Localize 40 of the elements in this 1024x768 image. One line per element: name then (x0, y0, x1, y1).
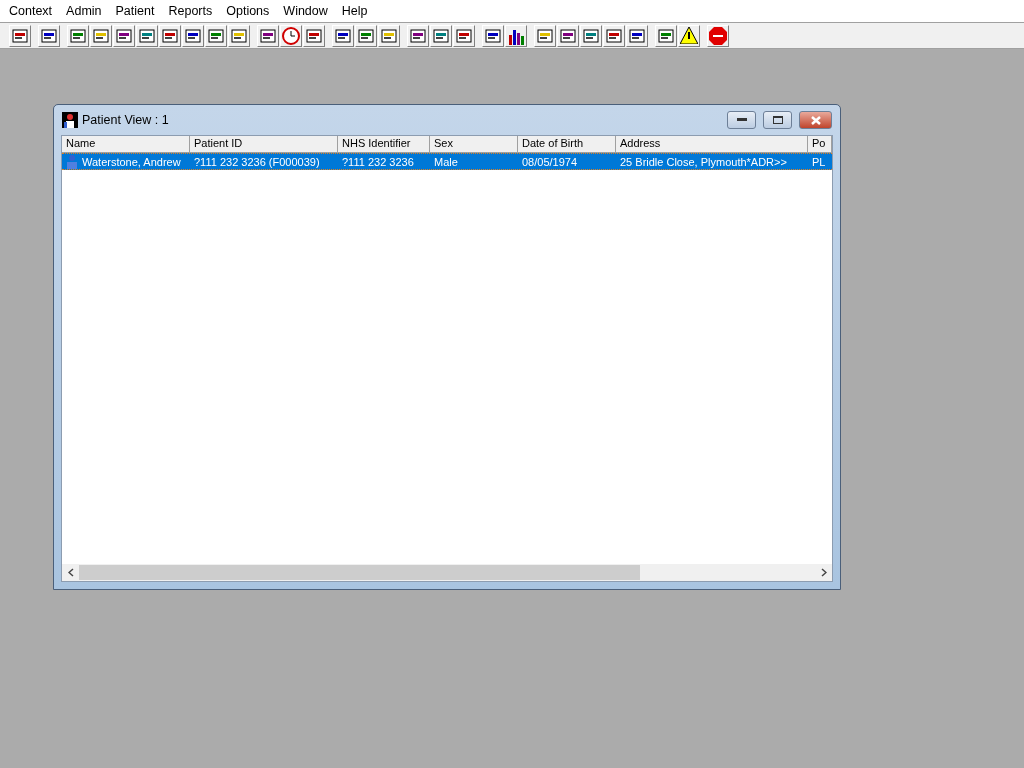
patient-icon (64, 154, 80, 169)
window-title: Patient View : 1 (82, 113, 170, 127)
menu-item[interactable]: Window (276, 4, 335, 18)
patient-icon (62, 112, 78, 128)
table-row[interactable]: Waterstone, Andrew ?111 232 3236 (F000039) ?111 232 3236 Male 08/05/1974 25 Bridle Close, Plymouth*ADR>> PL (62, 153, 832, 170)
table-cell: PL (812, 155, 826, 168)
column-header[interactable]: Patient ID (190, 136, 338, 153)
menu-item[interactable]: Help (334, 4, 375, 18)
chevron-left-icon (67, 568, 74, 577)
scrollbar-thumb[interactable] (79, 565, 640, 580)
table-cell: Waterstone, Andrew (82, 155, 181, 168)
menu-item[interactable]: Patient (108, 4, 162, 18)
toolbar-button[interactable] (505, 24, 527, 47)
menu-item[interactable]: Context (2, 4, 60, 18)
column-header[interactable]: Address (616, 136, 808, 153)
column-header[interactable]: NHS Identifier (338, 136, 430, 153)
horizontal-scrollbar[interactable] (62, 564, 832, 581)
menu-item[interactable]: Admin (59, 4, 109, 18)
warning-icon (680, 27, 698, 44)
chevron-right-icon (820, 568, 827, 577)
close-icon (810, 115, 821, 125)
exit-icon (709, 26, 727, 45)
menu-item[interactable]: Options (219, 4, 277, 18)
maximize-icon (772, 116, 783, 124)
table-cell: Male (434, 155, 458, 168)
column-header[interactable]: Po (808, 136, 832, 153)
toolbar-button[interactable] (678, 24, 700, 47)
menu-item[interactable]: Reports (161, 4, 220, 18)
column-header[interactable]: Sex (430, 136, 518, 153)
clock-icon (282, 26, 300, 45)
table-cell: ?111 232 3236 (342, 155, 414, 168)
column-header[interactable]: Date of Birth (518, 136, 616, 153)
close-button[interactable] (799, 111, 832, 129)
table-cell: 08/05/1974 (522, 155, 578, 168)
table-cell: ?111 232 3236 (F000039) (194, 155, 320, 168)
column-header[interactable]: Name (62, 136, 190, 153)
minimize-icon (736, 118, 747, 122)
maximize-button[interactable] (763, 111, 792, 129)
minimize-button[interactable] (727, 111, 756, 129)
table-cell: 25 Bridle Close, Plymouth*ADR>> (620, 155, 787, 168)
